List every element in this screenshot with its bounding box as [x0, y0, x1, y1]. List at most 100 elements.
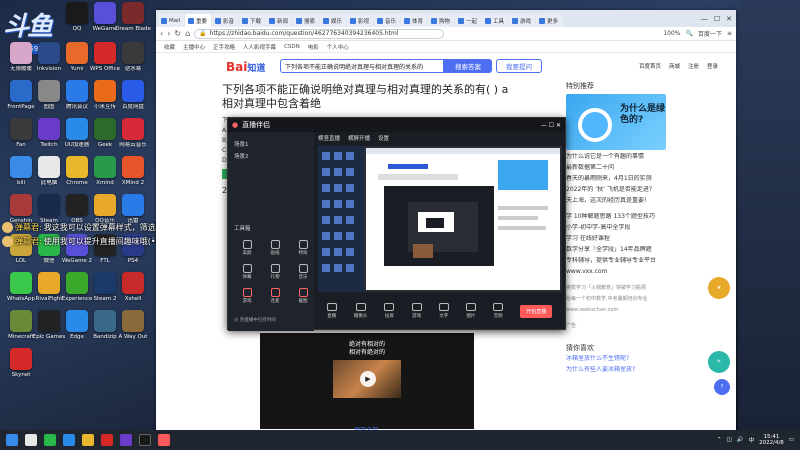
home-icon[interactable]: ⌂	[185, 29, 190, 38]
streamer-tab[interactable]: 横屏开播	[348, 134, 370, 142]
desktop-icon[interactable]: 网易云音乐	[115, 118, 151, 148]
refresh-icon[interactable]: ↻	[174, 29, 181, 38]
baidu-zhidao-logo[interactable]: Bai知道	[226, 60, 265, 74]
side-item[interactable]: 2022年的 ‘秋’ 飞机是否能走进?	[566, 186, 666, 194]
tool-button[interactable]: 音乐	[292, 264, 314, 280]
tool-button[interactable]: 贴纸	[264, 240, 286, 256]
search-answers-button[interactable]: 搜索答案	[444, 59, 492, 73]
browser-tab[interactable]: 购物	[428, 14, 454, 27]
side-item[interactable]: 春天的暴雨刚来，4月1日的实测	[566, 175, 666, 183]
bookmark-item[interactable]: 人人影视字幕	[243, 43, 276, 51]
folder-icon[interactable]	[82, 434, 94, 446]
desktop-icon[interactable]: XMind 2	[115, 156, 151, 186]
ad-banner[interactable]: 为什么是绿色的?	[566, 94, 666, 150]
url-input[interactable]: 🔒 https://zhidao.baidu.com/question/4627…	[194, 28, 445, 39]
side-more-item[interactable]: www.seekxchan.com	[566, 306, 666, 314]
desktop-icon[interactable]: 迅雷	[115, 194, 151, 224]
tool-button[interactable]: 特效	[292, 240, 314, 256]
app-icon[interactable]	[120, 434, 132, 446]
menu-icon[interactable]: ≡	[727, 30, 732, 37]
clock[interactable]: 15:41 2022/4/8	[759, 434, 784, 446]
go-live-button[interactable]: 开始直播	[520, 304, 553, 318]
tool-button[interactable]: 弹幕	[236, 264, 258, 280]
tool-button[interactable]: 游戏	[236, 288, 258, 304]
source-button[interactable]: 摄像头	[354, 303, 367, 319]
bookmark-item[interactable]: 电影	[308, 43, 319, 51]
side-link[interactable]: 学习 在线好课程	[566, 235, 666, 243]
streamer-tab[interactable]: 设置	[378, 134, 389, 142]
input-method[interactable]: 中	[749, 436, 755, 444]
side-link[interactable]: 数学分享「全学段」14年品牌题	[566, 246, 666, 254]
recommend-item[interactable]: 冰箱里放什么不生锈呢?	[566, 355, 666, 363]
tool-button[interactable]: 连麦	[264, 288, 286, 304]
top-link[interactable]: 登录	[707, 62, 718, 70]
bookmark-item[interactable]: 个人中心	[327, 43, 349, 51]
browser-tab[interactable]: Mail	[158, 14, 184, 27]
play-icon[interactable]: ▶	[360, 371, 376, 387]
side-link[interactable]: 学 10种解题思路 133个题型技巧	[566, 213, 666, 221]
maximize-icon[interactable]: ☐	[714, 15, 720, 23]
minimize-icon[interactable]: —	[701, 15, 708, 23]
forward-icon[interactable]: ›	[167, 29, 170, 38]
side-more-item[interactable]: 奥数学习「火锅教育」突破学习瓶颈	[566, 284, 666, 292]
float-help-icon[interactable]: ?	[714, 379, 730, 395]
network-icon[interactable]: ◫	[727, 437, 732, 443]
browser-tab[interactable]: 搜索	[293, 14, 319, 27]
recommend-item[interactable]: 为什么有些人要冰箱里放?	[566, 366, 666, 374]
source-button[interactable]: 图片	[465, 303, 476, 319]
ask-question-button[interactable]: 我要提问	[496, 59, 542, 73]
browser-tab[interactable]: 音乐	[374, 14, 400, 27]
desktop-icon[interactable]: A Way Out	[115, 310, 151, 340]
search-icon[interactable]: 🔍	[685, 30, 692, 37]
desktop-icon[interactable]: 逆水寒	[115, 42, 151, 72]
bookmark-item[interactable]: 正手攻略	[213, 43, 235, 51]
obs-icon[interactable]	[139, 434, 151, 446]
scene-item[interactable]: 场景2	[234, 152, 249, 160]
edge-icon[interactable]	[63, 434, 75, 446]
desktop-icon[interactable]: Xshell	[115, 272, 151, 302]
tool-button[interactable]: 礼物	[264, 264, 286, 280]
streamer-tab[interactable]: 横竖直播	[318, 134, 340, 142]
bookmark-item[interactable]: 主播中心	[183, 43, 205, 51]
browser-tab[interactable]: 新闻	[266, 14, 292, 27]
tool-button[interactable]: 截图	[292, 288, 314, 304]
app-icon[interactable]	[101, 434, 113, 446]
source-button[interactable]: 音频	[493, 303, 504, 319]
bookmark-item[interactable]: CSDN	[284, 44, 300, 50]
browser-tab[interactable]: 娱乐	[320, 14, 346, 27]
search-engine[interactable]: 百度一下	[698, 29, 722, 38]
side-link[interactable]: 小学-初中学-高中全学段	[566, 224, 666, 232]
browser-tab[interactable]: 影视	[347, 14, 373, 27]
zoom-level[interactable]: 100%	[663, 30, 680, 37]
streamer-icon[interactable]	[158, 434, 170, 446]
source-button[interactable]: 直播	[326, 303, 337, 319]
source-button[interactable]: 游戏	[411, 303, 422, 319]
source-button[interactable]: 投屏	[384, 303, 395, 319]
side-link[interactable]: 专科辅导，提供专业辅导专业平台	[566, 257, 666, 265]
wechat-icon[interactable]	[44, 434, 56, 446]
browser-tab[interactable]: 体育	[401, 14, 427, 27]
streamer-close-icon[interactable]: — ☐ ✕	[541, 122, 565, 129]
scene-item[interactable]: 场景1	[234, 140, 249, 148]
browser-tab[interactable]: 下载	[239, 14, 265, 27]
top-link[interactable]: 注册	[688, 62, 699, 70]
side-item[interactable]: 天上海，这次的经历真是重要!	[566, 197, 666, 205]
side-more-item[interactable]: 给每一个初中数学,中考暑期培训专业	[566, 295, 666, 303]
desktop-icon[interactable]: Dream Blade	[115, 2, 151, 32]
top-link[interactable]: 百度首页	[639, 62, 661, 70]
browser-tab[interactable]: 影音	[212, 14, 238, 27]
browser-tab[interactable]: 更多	[536, 14, 562, 27]
desktop-icon[interactable]: Skynet	[3, 348, 39, 378]
search-icon[interactable]	[25, 434, 37, 446]
volume-icon[interactable]: 🔊	[737, 437, 744, 443]
side-item[interactable]: 最新数据第二十问	[566, 164, 666, 172]
tool-button[interactable]: 美颜	[236, 240, 258, 256]
browser-tab[interactable]: 重要	[185, 14, 211, 27]
video-player[interactable]: 绝对有相对的 相对有绝对的 ▶	[260, 333, 474, 429]
browser-tab[interactable]: 工具	[482, 14, 508, 27]
search-input[interactable]: 下列各项不能正确说明绝对真理与相对真理的关系的	[280, 59, 444, 73]
source-button[interactable]: 文字	[438, 303, 449, 319]
start-icon[interactable]	[6, 434, 18, 446]
notification-icon[interactable]: ▭	[789, 437, 794, 443]
top-link[interactable]: 商城	[669, 62, 680, 70]
